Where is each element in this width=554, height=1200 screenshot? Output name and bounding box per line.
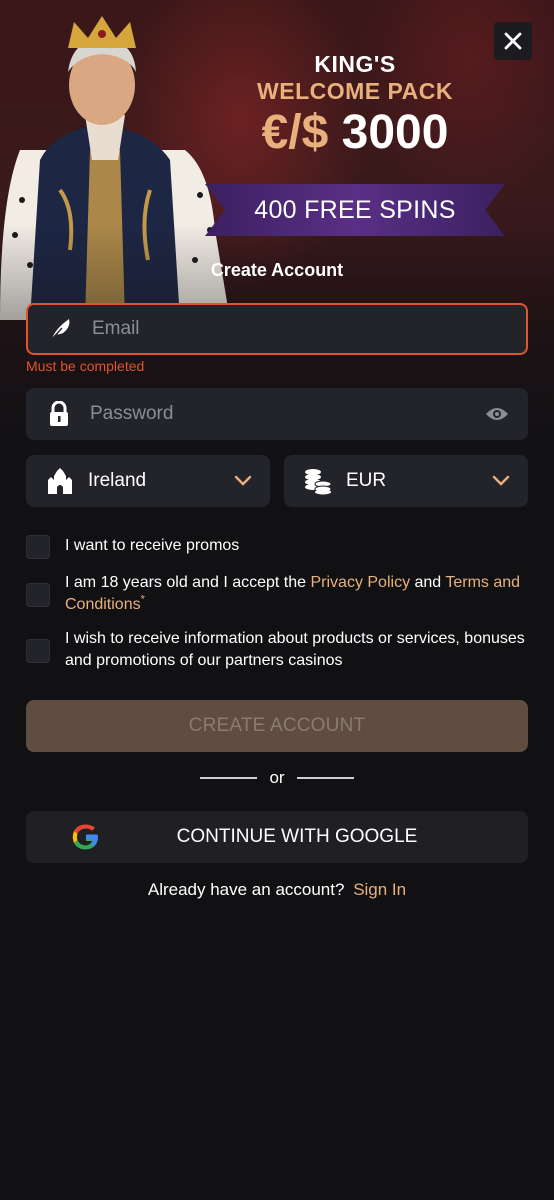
signin-row: Already have an account? Sign In (0, 880, 554, 900)
create-account-button[interactable]: CREATE ACCOUNT (26, 700, 528, 752)
continue-with-google-button[interactable]: CONTINUE WITH GOOGLE (26, 811, 528, 863)
promo-amount: €/$ 3000 (230, 106, 480, 160)
promos-label: I want to receive promos (65, 537, 240, 554)
signin-prompt: Already have an account? (147, 880, 345, 899)
feather-icon (48, 316, 74, 342)
close-icon (504, 32, 522, 50)
currency-select[interactable]: EUR (284, 455, 528, 507)
currency-value: EUR (346, 470, 387, 491)
email-input[interactable] (90, 317, 526, 341)
and-text: and (410, 574, 446, 591)
sign-in-link[interactable]: Sign In (353, 880, 406, 899)
privacy-policy-link[interactable]: Privacy Policy (310, 574, 410, 591)
terms-label: I am 18 years old and I accept the Priva… (65, 572, 528, 616)
lock-icon (46, 401, 72, 427)
partners-label: I wish to receive information about prod… (65, 630, 525, 669)
chevron-down-icon (492, 475, 510, 486)
eye-icon[interactable] (484, 401, 510, 427)
chevron-down-icon (234, 475, 252, 486)
password-field[interactable] (26, 388, 528, 440)
required-mark: * (140, 593, 145, 606)
country-value: Ireland (88, 470, 147, 491)
promo-line-2: WELCOME PACK (257, 78, 453, 104)
or-text: or (269, 768, 285, 787)
close-button[interactable] (494, 22, 532, 60)
promo-amount-value: 3000 (341, 106, 449, 159)
terms-checkbox[interactable] (26, 583, 50, 607)
promo-banner: KING'S WELCOME PACK €/$ 3000 (230, 50, 480, 160)
google-button-label: CONTINUE WITH GOOGLE (176, 826, 418, 847)
email-field[interactable] (26, 303, 528, 355)
or-divider: or (0, 766, 554, 790)
coins-icon (304, 467, 332, 495)
promos-checkbox[interactable] (26, 535, 50, 559)
password-input[interactable] (88, 402, 484, 426)
age-text: I am 18 years old and I accept the (65, 574, 311, 591)
free-spins-text: 400 FREE SPINS (254, 195, 456, 224)
promo-currency: €/$ (261, 106, 329, 159)
email-error: Must be completed (26, 358, 145, 374)
divider-line (297, 777, 354, 779)
form-title: Create Account (210, 260, 344, 280)
castle-icon (46, 467, 74, 495)
partners-option: I wish to receive information about prod… (26, 628, 528, 672)
partners-checkbox[interactable] (26, 639, 50, 663)
terms-option: I am 18 years old and I accept the Priva… (26, 572, 528, 616)
promos-option: I want to receive promos (26, 535, 528, 559)
country-select[interactable]: Ireland (26, 455, 270, 507)
promo-line-1: KING'S (314, 51, 396, 77)
divider-line (200, 777, 257, 779)
